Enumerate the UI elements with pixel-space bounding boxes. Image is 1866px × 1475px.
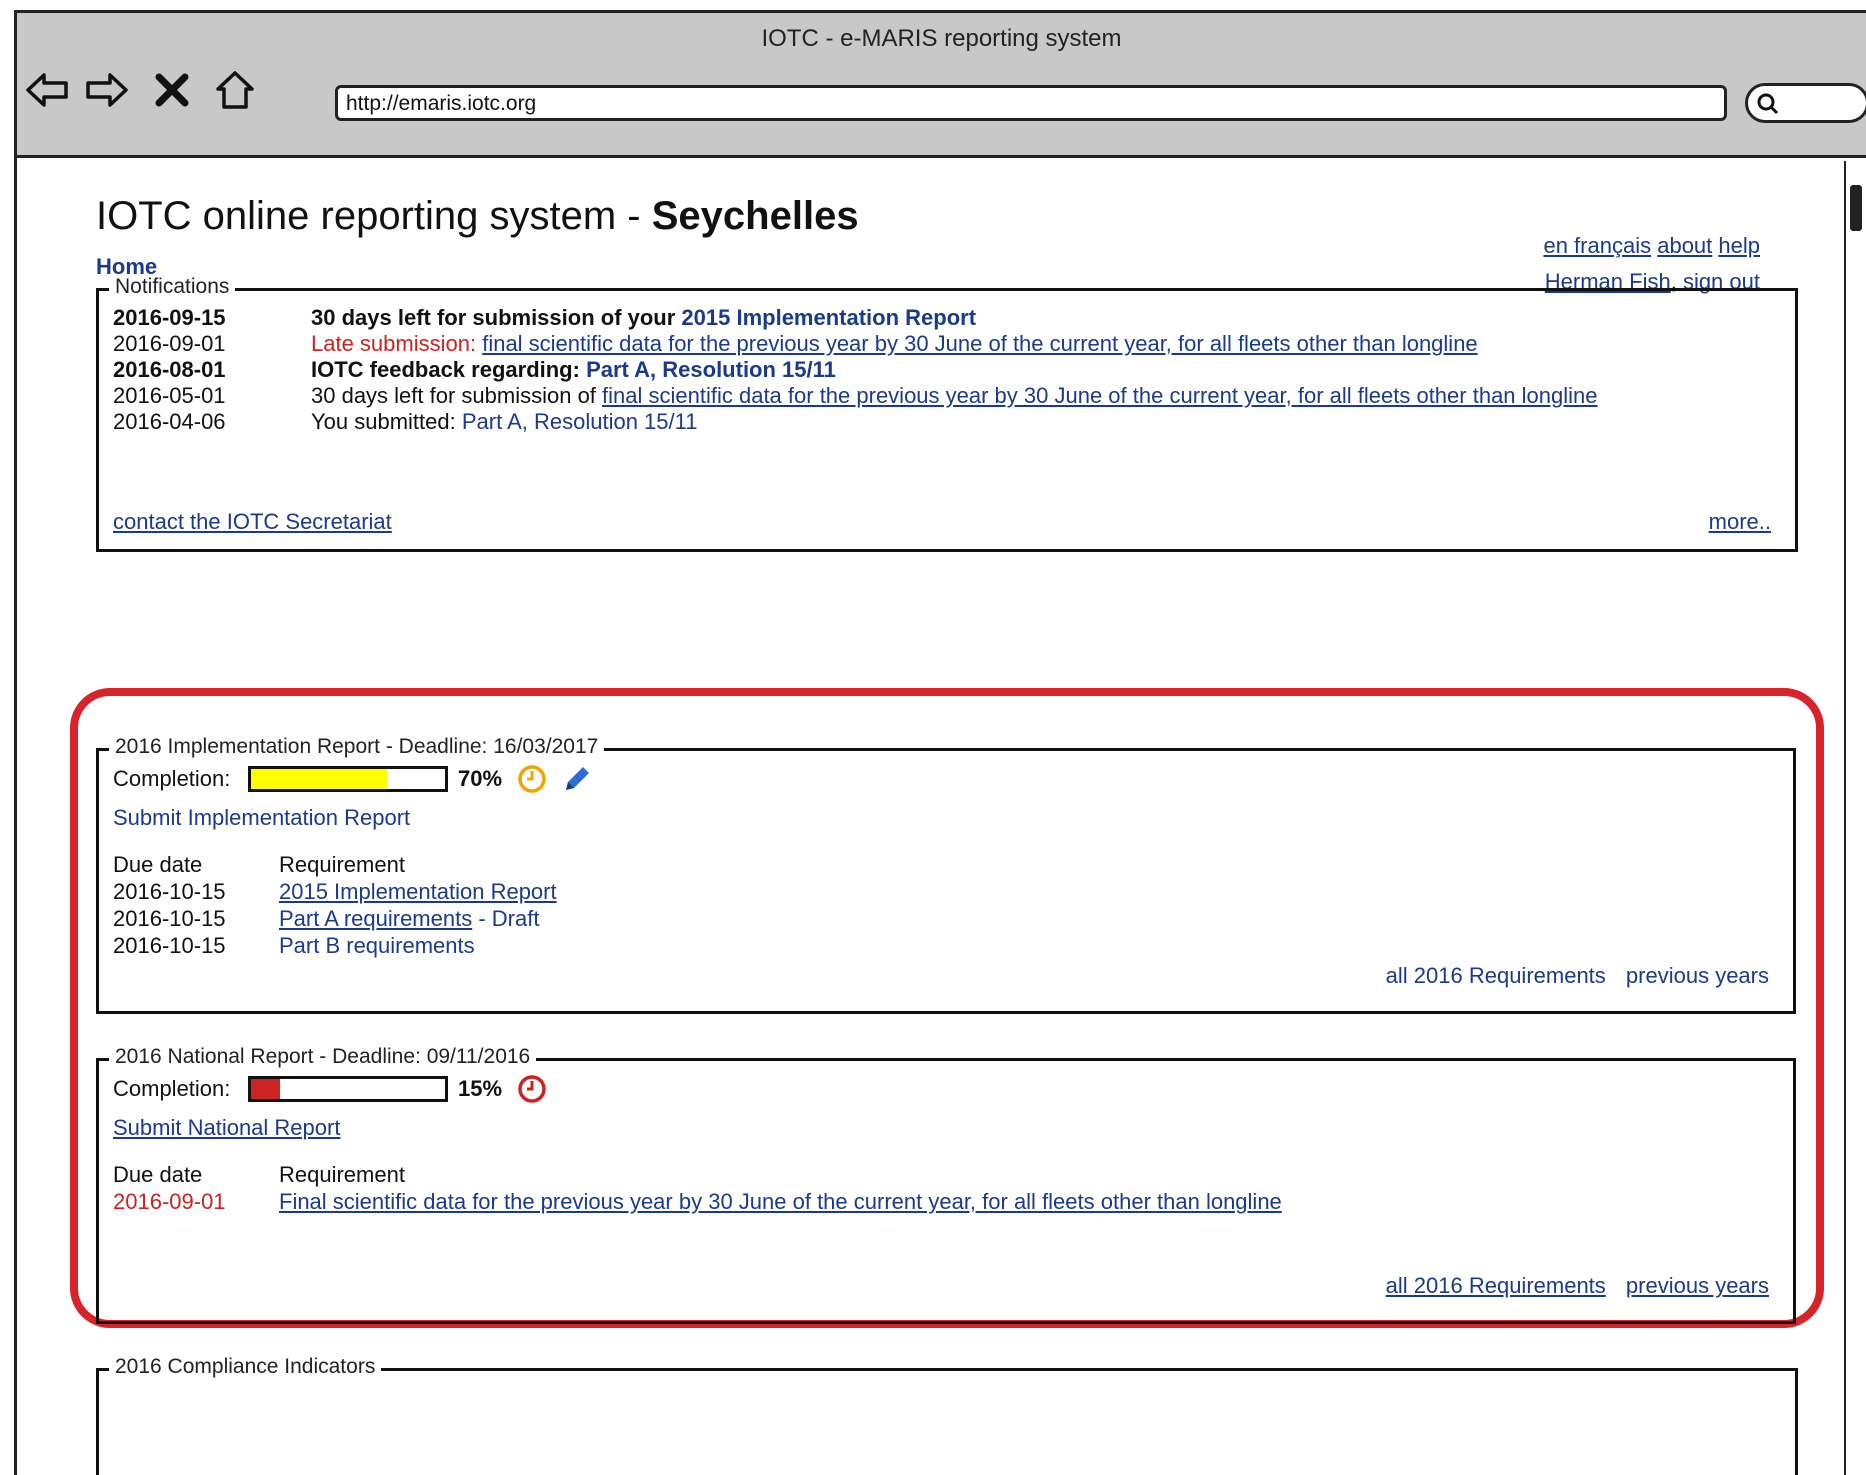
requirements-table: Due date Requirement 2016-10-15 2015 Imp… <box>113 851 557 959</box>
compliance-indicators-legend: 2016 Compliance Indicators <box>109 1355 382 1379</box>
notification-link[interactable]: Part A, Resolution 15/11 <box>462 409 698 434</box>
edit-pencil-icon[interactable] <box>560 762 594 796</box>
clock-icon <box>518 1075 546 1103</box>
table-row: 2016-10-15 Part A requirements - Draft <box>113 905 557 932</box>
forward-icon[interactable] <box>77 65 137 115</box>
completion-row: Completion: 15% <box>113 1071 1769 1107</box>
submit-implementation-report-link[interactable]: Submit Implementation Report <box>113 805 1769 831</box>
notification-text: You submitted: <box>311 409 462 434</box>
notifications-panel: Notifications 2016-09-15 30 days left for… <box>96 275 1798 552</box>
draft-status: - Draft <box>472 906 540 931</box>
implementation-report-footer: all 2016 Requirements previous years <box>1372 963 1769 989</box>
completion-row: Completion: 70% <box>113 761 1769 797</box>
all-requirements-link[interactable]: all 2016 Requirements <box>1386 1273 1606 1298</box>
completion-percent: 70% <box>458 766 503 791</box>
notification-link[interactable]: final scientific data for the previous y… <box>482 331 1477 356</box>
requirement-link[interactable]: Part B requirements <box>279 933 475 958</box>
notification-text: 30 days left for submission of <box>311 383 603 408</box>
due-date-cell: 2016-09-01 <box>113 1189 226 1214</box>
search-icon <box>1757 93 1779 115</box>
notification-item: 2016-09-01 Late submission: final scienti… <box>113 331 1771 357</box>
home-icon[interactable] <box>205 65 265 115</box>
completion-label: Completion: <box>113 1076 231 1101</box>
notification-date: 2016-05-01 <box>113 383 226 408</box>
notifications-list: 2016-09-15 30 days left for submission of… <box>113 305 1771 435</box>
progress-fill <box>251 769 387 789</box>
due-date-cell: 2016-10-15 <box>113 879 226 904</box>
notification-date: 2016-09-01 <box>113 331 226 356</box>
due-date-cell: 2016-10-15 <box>113 933 226 958</box>
completion-percent: 15% <box>458 1076 503 1101</box>
more-notifications-link[interactable]: more.. <box>1709 509 1771 535</box>
national-report-body: Completion: 15% Submit National Report D… <box>113 1071 1769 1215</box>
completion-label: Completion: <box>113 766 231 791</box>
notification-item: 2016-04-06 You submitted: Part A, Resolut… <box>113 409 1771 435</box>
url-bar[interactable]: http://emaris.iotc.org <box>335 85 1727 121</box>
completion-progress-bar <box>248 766 448 792</box>
page-title: IOTC online reporting system - Seychelle… <box>96 194 859 239</box>
stop-icon[interactable] <box>149 65 195 115</box>
scrollbar-thumb[interactable] <box>1850 185 1862 231</box>
help-link[interactable]: help <box>1718 233 1760 258</box>
implementation-report-legend: 2016 Implementation Report - Deadline: 1… <box>109 735 605 759</box>
clock-icon <box>518 765 546 793</box>
notification-text: IOTC feedback regarding: <box>311 357 587 382</box>
table-row: 2016-09-01 Final scientific data for the… <box>113 1188 1282 1215</box>
page-title-country: Seychelles <box>651 194 859 238</box>
national-report-panel: 2016 National Report - Deadline: 09/11/2… <box>96 1045 1796 1324</box>
requirement-header: Requirement <box>279 1162 405 1187</box>
notification-date: 2016-04-06 <box>113 409 226 434</box>
french-link[interactable]: en français <box>1543 233 1651 258</box>
implementation-report-body: Completion: 70% Submit Implementation Re… <box>113 761 1769 959</box>
notification-date: 2016-08-01 <box>113 357 226 382</box>
implementation-report-panel: 2016 Implementation Report - Deadline: 1… <box>96 735 1796 1014</box>
completion-progress-bar <box>248 1076 448 1102</box>
page-content: IOTC online reporting system - Seychelle… <box>0 148 1830 1475</box>
all-requirements-link[interactable]: all 2016 Requirements <box>1386 963 1606 988</box>
notifications-legend: Notifications <box>109 275 236 299</box>
table-header-row: Due date Requirement <box>113 1161 1282 1188</box>
national-report-legend: 2016 National Report - Deadline: 09/11/2… <box>109 1045 537 1069</box>
notification-link[interactable]: 2015 Implementation Report <box>681 305 976 330</box>
previous-years-link[interactable]: previous years <box>1626 1273 1769 1298</box>
back-icon[interactable] <box>17 65 77 115</box>
notification-item: 2016-08-01 IOTC feedback regarding: Part … <box>113 357 1771 383</box>
scrollbar[interactable] <box>1844 161 1866 1475</box>
due-date-header: Due date <box>113 852 203 877</box>
requirements-table: Due date Requirement 2016-09-01 Final sc… <box>113 1161 1282 1215</box>
notification-text: 30 days left for submission of your <box>311 305 682 330</box>
notification-link[interactable]: Part A, Resolution 15/11 <box>586 357 836 382</box>
contact-secretariat-link[interactable]: contact the IOTC Secretariat <box>113 509 392 534</box>
compliance-indicators-panel: 2016 Compliance Indicators <box>96 1355 1798 1475</box>
requirement-link[interactable]: Final scientific data for the previous y… <box>279 1189 1282 1214</box>
notification-item: 2016-09-15 30 days left for submission of… <box>113 305 1771 331</box>
requirement-link[interactable]: Part A requirements <box>279 906 472 931</box>
table-row: 2016-10-15 2015 Implementation Report <box>113 878 557 905</box>
requirement-header: Requirement <box>279 852 405 877</box>
submit-national-report-link[interactable]: Submit National Report <box>113 1115 1769 1141</box>
notification-item: 2016-05-01 30 days left for submission of… <box>113 383 1771 409</box>
table-header-row: Due date Requirement <box>113 851 557 878</box>
browser-chrome: IOTC - e-MARIS reporting system http://e… <box>17 13 1866 158</box>
window-title: IOTC - e-MARIS reporting system <box>761 25 1122 52</box>
national-report-footer: all 2016 Requirements previous years <box>1386 1273 1769 1299</box>
about-link[interactable]: about <box>1657 233 1712 258</box>
due-date-header: Due date <box>113 1162 203 1187</box>
previous-years-link[interactable]: previous years <box>1626 963 1769 988</box>
notification-date: 2016-09-15 <box>113 305 226 330</box>
due-date-cell: 2016-10-15 <box>113 906 226 931</box>
progress-fill <box>251 1079 281 1099</box>
browser-search-field[interactable] <box>1745 83 1866 123</box>
page-title-prefix: IOTC online reporting system - <box>96 194 652 238</box>
notification-late-label: Late submission: <box>311 331 483 356</box>
table-row: 2016-10-15 Part B requirements <box>113 932 557 959</box>
notifications-footer: contact the IOTC Secretariat more.. <box>113 509 1771 535</box>
requirement-link[interactable]: 2015 Implementation Report <box>279 879 557 904</box>
notification-link[interactable]: final scientific data for the previous y… <box>602 383 1597 408</box>
